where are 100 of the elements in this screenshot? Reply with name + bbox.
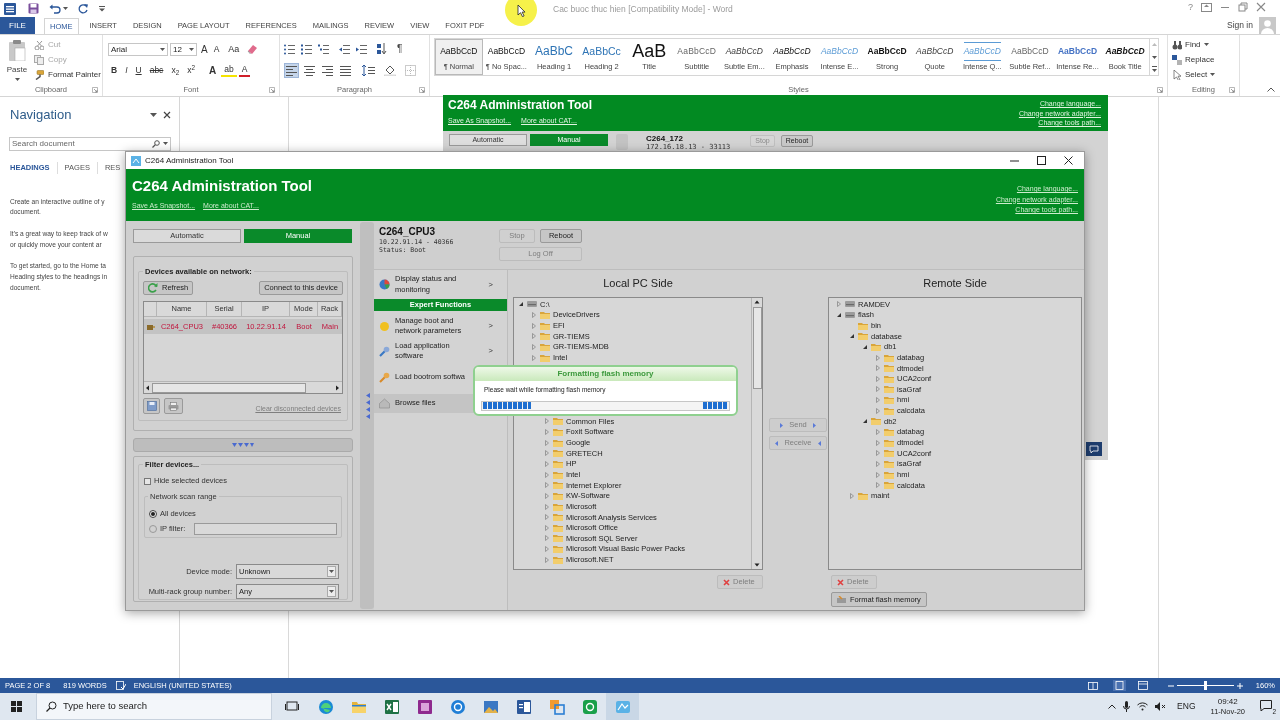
collapsed-caret-icon[interactable]	[836, 301, 842, 308]
more-styles-icon[interactable]	[1149, 63, 1159, 75]
dialog-launcher-icon[interactable]	[419, 87, 425, 93]
document-icon[interactable]	[515, 698, 532, 715]
app-icon[interactable]	[416, 698, 433, 715]
collapsed-caret-icon[interactable]	[875, 439, 881, 446]
horizontal-scrollbar[interactable]	[144, 381, 342, 393]
app-icon[interactable]	[548, 698, 565, 715]
subscript-button[interactable]: x$_{2}$	[168, 64, 183, 77]
radio-button[interactable]	[149, 509, 157, 518]
collapsed-caret-icon[interactable]	[875, 386, 881, 393]
editing-button[interactable]: Replace	[1172, 52, 1216, 67]
expanded-caret-icon[interactable]	[518, 301, 524, 308]
collapsed-caret-icon[interactable]	[875, 365, 881, 372]
collapsed-caret-icon[interactable]	[875, 429, 881, 435]
close-icon[interactable]	[1064, 156, 1073, 165]
expanded-caret-icon[interactable]	[836, 311, 842, 318]
ip-filter-field[interactable]	[194, 522, 337, 535]
dialog-launcher-icon[interactable]	[1157, 87, 1163, 93]
collapsed-caret-icon[interactable]	[544, 429, 550, 436]
collapsed-caret-icon[interactable]	[544, 460, 550, 467]
collapsed-caret-icon[interactable]	[875, 460, 881, 467]
align-center-button[interactable]	[302, 63, 317, 78]
expanded-caret-icon[interactable]	[862, 343, 868, 350]
windows-logo-icon[interactable]	[11, 701, 22, 712]
numbering-icon[interactable]	[301, 43, 312, 55]
show-marks-button[interactable]: ¶	[397, 44, 403, 54]
underline-button[interactable]: U	[132, 64, 145, 77]
collapsed-caret-icon[interactable]	[544, 503, 550, 510]
shrink-font-button[interactable]: A	[211, 43, 222, 56]
collapsed-caret-icon[interactable]	[875, 354, 881, 361]
dialog-launcher-icon[interactable]	[1229, 87, 1235, 93]
read-mode-icon[interactable]	[1087, 681, 1098, 690]
grow-font-button[interactable]: A	[199, 43, 210, 56]
collapsed-caret-icon[interactable]	[544, 450, 550, 457]
web-layout-icon[interactable]	[1137, 681, 1148, 690]
search-field[interactable]: Search document	[12, 137, 152, 150]
italic-button[interactable]: I	[122, 64, 131, 77]
change-case-button[interactable]: Aa	[226, 43, 242, 56]
print-button[interactable]	[164, 398, 183, 415]
collapsed-caret-icon[interactable]	[544, 546, 550, 553]
increase-indent-icon[interactable]	[356, 43, 367, 55]
collapsed-caret-icon[interactable]	[531, 322, 537, 329]
collapsed-caret-icon[interactable]	[531, 354, 537, 361]
close-icon[interactable]	[163, 110, 171, 119]
expanded-caret-icon[interactable]	[862, 418, 868, 425]
speaker-muted-icon[interactable]	[1155, 702, 1167, 711]
microphone-icon[interactable]	[1123, 701, 1131, 712]
proofing-icon[interactable]	[115, 681, 126, 690]
borders-icon[interactable]	[405, 65, 416, 76]
collapsed-caret-icon[interactable]	[544, 482, 550, 489]
shading-icon[interactable]	[384, 65, 396, 76]
ribbon-display-options-icon[interactable]	[1201, 2, 1212, 12]
app-icon[interactable]	[449, 698, 466, 715]
chevron-up-icon[interactable]	[1108, 704, 1117, 709]
font-size-field[interactable]: 12	[170, 43, 197, 56]
collapsed-caret-icon[interactable]	[544, 535, 550, 542]
chat-icon[interactable]	[1086, 442, 1102, 456]
search-box[interactable]: Type here to search	[36, 693, 272, 720]
search-field[interactable]: Type here to search	[63, 699, 271, 714]
notifications-icon[interactable]	[1260, 699, 1272, 711]
collapsed-caret-icon[interactable]	[531, 343, 537, 350]
dropdown-icon[interactable]	[150, 112, 157, 117]
line-spacing-icon[interactable]	[362, 65, 375, 76]
file-tab[interactable]: FILE	[0, 17, 35, 34]
collapsed-caret-icon[interactable]	[544, 524, 550, 531]
collapsed-caret-icon[interactable]	[544, 439, 550, 446]
search-icon[interactable]	[152, 139, 160, 148]
collapsed-caret-icon[interactable]	[544, 418, 550, 425]
sort-icon[interactable]	[377, 43, 387, 55]
collapsed-caret-icon[interactable]	[544, 556, 550, 563]
radio-button[interactable]	[149, 524, 157, 533]
checkbox[interactable]	[144, 477, 151, 485]
save-button[interactable]	[143, 398, 160, 415]
help-button[interactable]: ?	[1188, 2, 1193, 12]
font-color-button[interactable]: A	[238, 64, 251, 77]
print-layout-icon[interactable]	[1112, 680, 1126, 691]
collapsed-caret-icon[interactable]	[531, 311, 537, 318]
app-icon[interactable]	[581, 698, 598, 715]
collapsed-caret-icon[interactable]	[849, 492, 855, 499]
photos-icon[interactable]	[482, 698, 499, 715]
word-logo-icon[interactable]	[4, 2, 16, 15]
spreadsheet-icon[interactable]	[383, 698, 400, 715]
collapsed-caret-icon[interactable]	[875, 450, 881, 457]
zoom-in-icon[interactable]	[1236, 682, 1243, 689]
clear-formatting-icon[interactable]	[247, 44, 259, 55]
expanded-caret-icon[interactable]	[849, 333, 855, 340]
bold-button[interactable]: B	[108, 64, 121, 77]
collapsed-caret-icon[interactable]	[875, 397, 881, 404]
bullets-icon[interactable]	[284, 43, 295, 55]
collapse-ribbon-icon[interactable]	[1267, 87, 1275, 92]
dialog-launcher-icon[interactable]	[92, 87, 98, 93]
customize-toolbar-icon[interactable]	[99, 5, 105, 12]
font-name-field[interactable]: Arial	[108, 43, 168, 56]
collapsed-caret-icon[interactable]	[875, 375, 881, 382]
align-left-button[interactable]	[284, 63, 299, 78]
collapsed-caret-icon[interactable]	[875, 471, 881, 478]
paste-button[interactable]: Paste	[0, 35, 34, 83]
slider-thumb[interactable]	[1203, 681, 1207, 690]
collapsed-caret-icon[interactable]	[531, 333, 537, 340]
